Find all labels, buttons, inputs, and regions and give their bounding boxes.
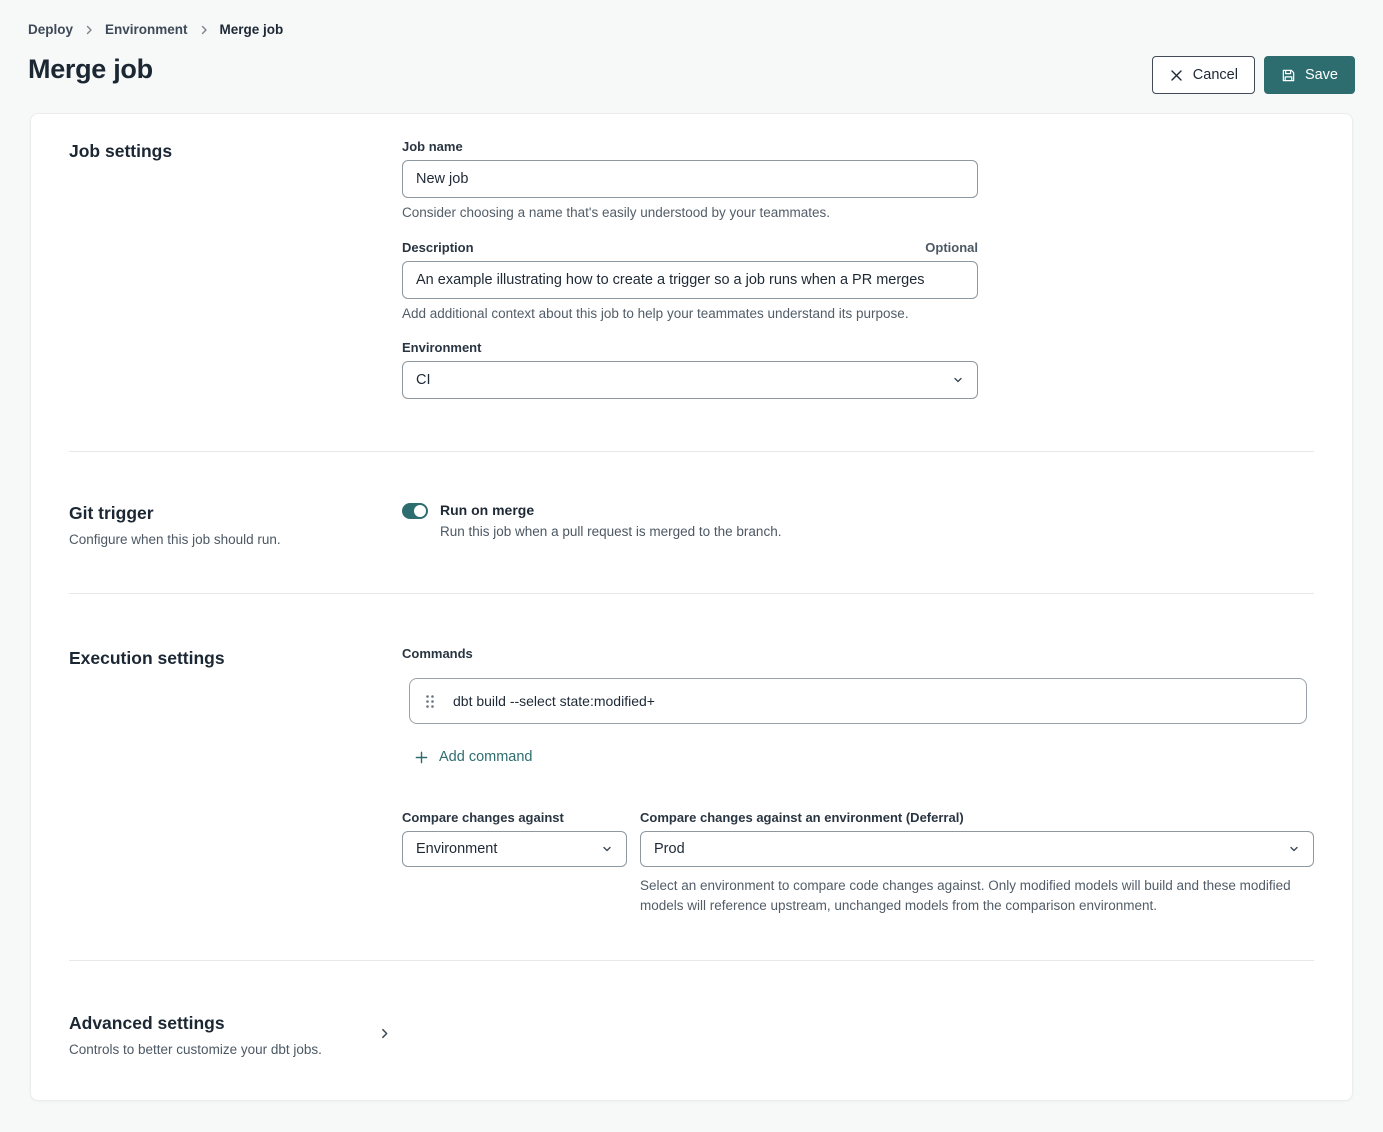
page-header: Deploy Environment Merge job Merge job C… (0, 0, 1383, 94)
breadcrumb-merge-job: Merge job (220, 22, 284, 37)
advanced-settings-subtext: Controls to better customize your dbt jo… (69, 1043, 378, 1057)
command-text[interactable]: dbt build --select state:modified+ (453, 693, 655, 709)
breadcrumb-environment[interactable]: Environment (105, 22, 188, 37)
compare-environment-helper: Select an environment to compare code ch… (640, 876, 1300, 916)
chevron-down-icon (952, 374, 964, 386)
compare-environment-select[interactable]: Prod (640, 831, 1314, 867)
optional-badge: Optional (925, 240, 978, 255)
environment-field-group: Environment CI (402, 341, 978, 399)
description-label: Description (402, 241, 474, 255)
cancel-button[interactable]: Cancel (1152, 56, 1255, 94)
compare-against-label: Compare changes against (402, 811, 627, 825)
breadcrumb-deploy[interactable]: Deploy (28, 22, 73, 37)
compare-environment-value: Prod (654, 841, 685, 857)
job-name-field-group: Job name Consider choosing a name that's… (402, 140, 978, 220)
compare-against-value: Environment (416, 841, 497, 857)
chevron-right-icon (84, 25, 94, 35)
environment-label: Environment (402, 341, 978, 355)
add-command-button[interactable]: Add command (414, 749, 533, 765)
run-on-merge-row: Run on merge Run this job when a pull re… (402, 502, 1314, 539)
environment-select[interactable]: CI (402, 361, 978, 399)
plus-icon (414, 750, 429, 765)
cancel-button-label: Cancel (1193, 67, 1238, 83)
close-icon (1169, 68, 1184, 83)
run-on-merge-toggle[interactable] (402, 503, 428, 519)
compare-environment-label: Compare changes against an environment (… (640, 811, 1314, 825)
chevron-down-icon (601, 843, 613, 855)
description-input[interactable] (402, 261, 978, 299)
run-on-merge-description: Run this job when a pull request is merg… (440, 524, 781, 539)
save-icon (1281, 68, 1296, 83)
save-button[interactable]: Save (1264, 56, 1355, 94)
section-git-trigger: Git trigger Configure when this job shou… (69, 452, 1314, 593)
chevron-down-icon (1288, 843, 1300, 855)
header-actions: Cancel Save (1152, 56, 1355, 94)
compare-environment-group: Compare changes against an environment (… (640, 811, 1314, 916)
breadcrumb: Deploy Environment Merge job (28, 22, 1355, 37)
advanced-settings-heading: Advanced settings (69, 1012, 378, 1034)
section-job-settings: Job settings Job name Consider choosing … (69, 114, 1314, 451)
chevron-right-icon[interactable] (378, 1027, 391, 1057)
compare-against-group: Compare changes against Environment (402, 811, 627, 916)
job-settings-card: Job settings Job name Consider choosing … (30, 113, 1353, 1101)
environment-select-value: CI (416, 372, 431, 388)
save-button-label: Save (1305, 67, 1338, 83)
job-name-helper: Consider choosing a name that's easily u… (402, 206, 978, 220)
execution-settings-heading: Execution settings (69, 647, 402, 669)
job-name-label: Job name (402, 140, 978, 154)
job-settings-heading: Job settings (69, 140, 402, 162)
description-helper: Add additional context about this job to… (402, 307, 978, 321)
compare-row: Compare changes against Environment Comp… (402, 811, 1314, 916)
chevron-right-icon (199, 25, 209, 35)
job-name-input[interactable] (402, 160, 978, 198)
toggle-knob (414, 505, 426, 517)
section-execution-settings: Execution settings Commands dbt build --… (69, 594, 1314, 960)
section-advanced-settings[interactable]: Advanced settings Controls to better cus… (69, 961, 1314, 1100)
description-field-group: Description Optional Add additional cont… (402, 240, 978, 321)
git-trigger-subtext: Configure when this job should run. (69, 533, 402, 547)
command-row[interactable]: dbt build --select state:modified+ (409, 678, 1307, 724)
run-on-merge-label: Run on merge (440, 502, 781, 518)
commands-label: Commands (402, 647, 1314, 661)
git-trigger-heading: Git trigger (69, 502, 402, 524)
page-title: Merge job (28, 54, 153, 85)
drag-handle-icon[interactable] (425, 694, 435, 709)
add-command-label: Add command (439, 749, 533, 765)
compare-against-select[interactable]: Environment (402, 831, 627, 867)
